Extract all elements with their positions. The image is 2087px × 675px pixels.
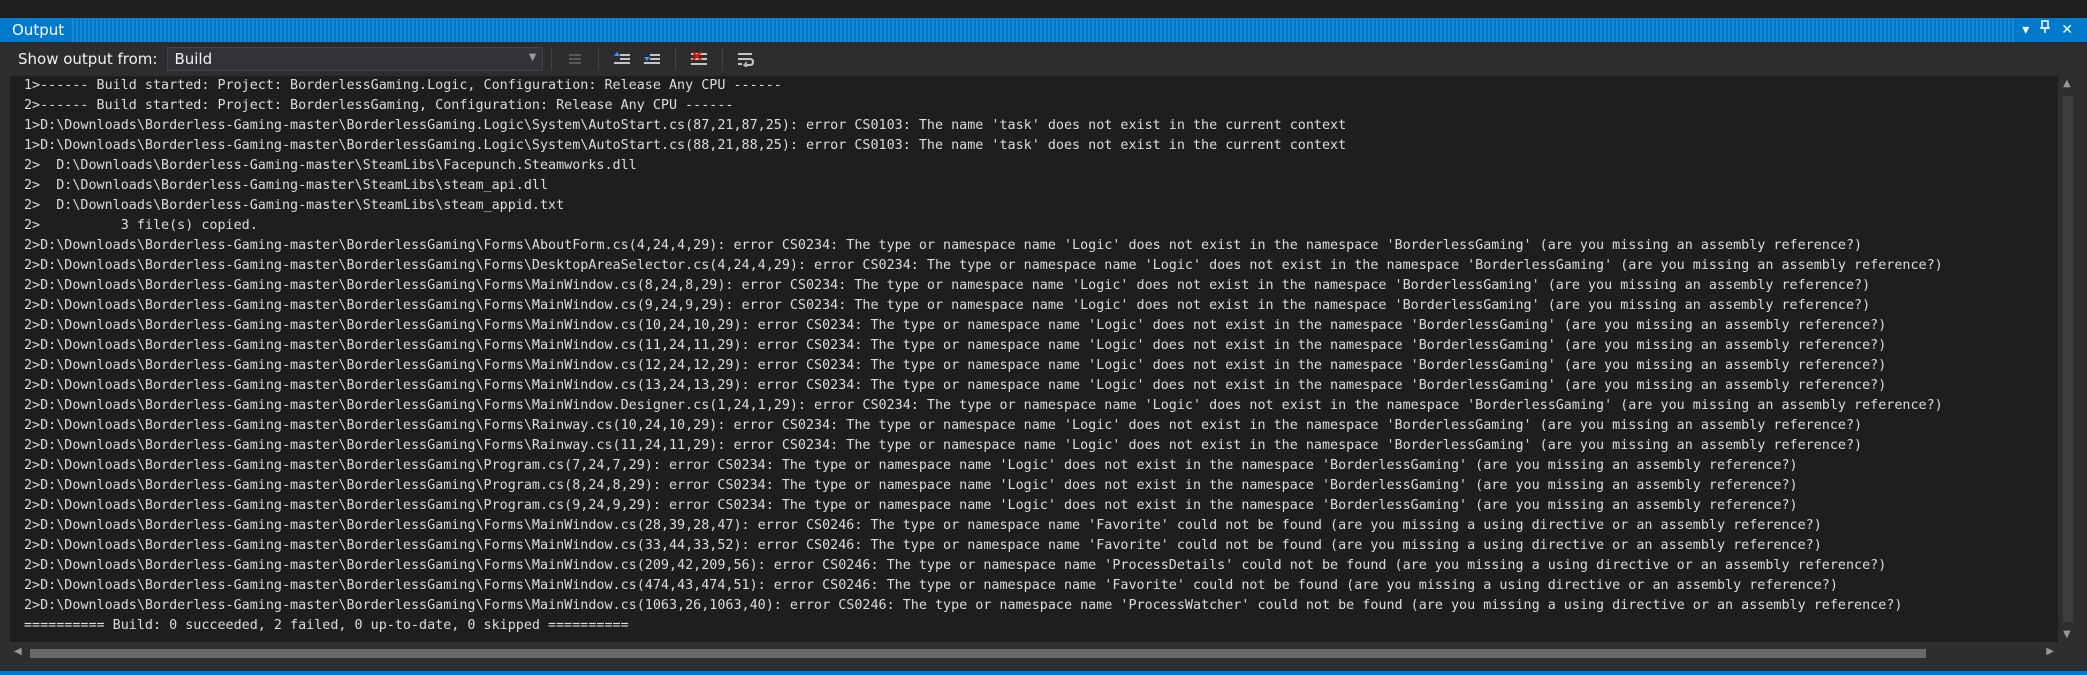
- output-panel-titlebar[interactable]: Output ▾ ✕: [0, 18, 2087, 42]
- output-line: 2> D:\Downloads\Borderless-Gaming-master…: [24, 158, 637, 173]
- vertical-scrollbar[interactable]: ▲ ▼: [2058, 76, 2078, 642]
- output-line: 2>D:\Downloads\Borderless-Gaming-master\…: [24, 298, 1871, 313]
- previous-message-button[interactable]: [609, 46, 635, 72]
- output-toolbar: Show output from: Build ▼: [0, 42, 2087, 76]
- panel-bottom-edge: [0, 664, 2087, 675]
- output-line: 2>D:\Downloads\Borderless-Gaming-master\…: [24, 278, 1871, 293]
- toggle-word-wrap-icon: [738, 53, 755, 67]
- show-output-label: Show output from:: [18, 50, 158, 68]
- scroll-up-icon[interactable]: ▲: [2063, 78, 2071, 89]
- output-line: 1>D:\Downloads\Borderless-Gaming-master\…: [24, 118, 1347, 133]
- output-line: ========== Build: 0 succeeded, 2 failed,…: [24, 618, 629, 633]
- output-text-area[interactable]: 1>------ Build started: Project: Borderl…: [10, 76, 2058, 642]
- panel-left-edge: [0, 76, 10, 664]
- toolbar-separator: [551, 48, 553, 70]
- output-line: 2>D:\Downloads\Borderless-Gaming-master\…: [24, 498, 1798, 513]
- output-line: 2>D:\Downloads\Borderless-Gaming-master\…: [24, 438, 1863, 453]
- output-line: 2>D:\Downloads\Borderless-Gaming-master\…: [24, 338, 1887, 353]
- horizontal-scroll-thumb[interactable]: [30, 649, 1926, 658]
- vertical-scroll-thumb[interactable]: [2063, 96, 2073, 622]
- output-source-value: Build: [174, 50, 213, 68]
- output-line: 2>D:\Downloads\Borderless-Gaming-master\…: [24, 378, 1887, 393]
- panel-right-edge: [2078, 76, 2087, 664]
- output-line: 2>D:\Downloads\Borderless-Gaming-master\…: [24, 258, 1943, 273]
- output-line: 1>------ Build started: Project: Borderl…: [24, 78, 782, 93]
- output-line: 2> D:\Downloads\Borderless-Gaming-master…: [24, 178, 549, 193]
- output-line: 2>D:\Downloads\Borderless-Gaming-master\…: [24, 578, 1838, 593]
- output-line: 2>D:\Downloads\Borderless-Gaming-master\…: [24, 238, 1863, 253]
- scroll-down-icon[interactable]: ▼: [2063, 629, 2071, 640]
- clear-all-button[interactable]: [686, 46, 712, 72]
- output-line: 2>D:\Downloads\Borderless-Gaming-master\…: [24, 418, 1863, 433]
- output-line: 2>D:\Downloads\Borderless-Gaming-master\…: [24, 518, 1822, 533]
- output-line: 2> D:\Downloads\Borderless-Gaming-master…: [24, 198, 565, 213]
- scrollbar-corner: [2058, 642, 2078, 664]
- clear-all-icon: [691, 51, 708, 65]
- pin-icon[interactable]: [2039, 18, 2051, 42]
- output-source-select[interactable]: Build ▼: [167, 47, 544, 71]
- toolbar-separator: [675, 48, 677, 70]
- output-line: 2>D:\Downloads\Borderless-Gaming-master\…: [24, 558, 1887, 573]
- toolbar-separator: [722, 48, 724, 70]
- scroll-right-icon[interactable]: ▶: [2046, 646, 2054, 657]
- panel-title: Output: [0, 18, 73, 42]
- output-line: 2>D:\Downloads\Borderless-Gaming-master\…: [24, 458, 1798, 473]
- output-line: 2>D:\Downloads\Borderless-Gaming-master\…: [24, 538, 1822, 553]
- output-line: 2>D:\Downloads\Borderless-Gaming-master\…: [24, 398, 1943, 413]
- previous-message-icon: [614, 52, 631, 64]
- next-message-icon: [644, 54, 661, 64]
- next-message-button[interactable]: [639, 46, 665, 72]
- output-line: 2>D:\Downloads\Borderless-Gaming-master\…: [24, 358, 1887, 373]
- close-icon[interactable]: ✕: [2061, 18, 2073, 42]
- chevron-down-icon[interactable]: ▾: [2022, 18, 2029, 42]
- go-to-current-button[interactable]: [562, 46, 588, 72]
- output-line: 2> 3 file(s) copied.: [24, 218, 258, 233]
- go-to-current-icon: [569, 54, 582, 64]
- scroll-left-icon[interactable]: ◀: [14, 646, 22, 657]
- toolbar-separator: [598, 48, 600, 70]
- chevron-down-icon: ▼: [528, 52, 537, 63]
- output-lines: 1>------ Build started: Project: Borderl…: [10, 76, 2058, 636]
- output-line: 2>D:\Downloads\Borderless-Gaming-master\…: [24, 598, 1903, 613]
- output-line: 2>D:\Downloads\Borderless-Gaming-master\…: [24, 478, 1798, 493]
- output-line: 2>D:\Downloads\Borderless-Gaming-master\…: [24, 318, 1887, 333]
- toggle-word-wrap-button[interactable]: [733, 46, 759, 72]
- horizontal-scrollbar[interactable]: ◀ ▶: [10, 642, 2058, 664]
- output-line: 1>D:\Downloads\Borderless-Gaming-master\…: [24, 138, 1347, 153]
- output-line: 2>------ Build started: Project: Borderl…: [24, 98, 734, 113]
